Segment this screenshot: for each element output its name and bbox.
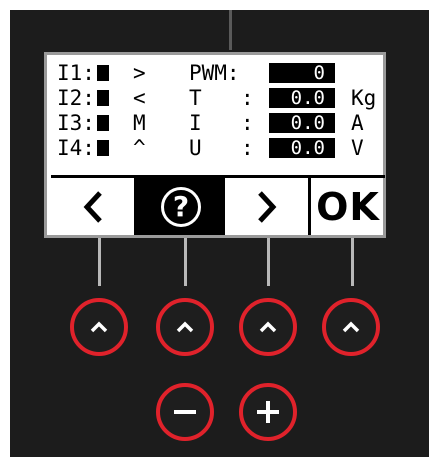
param-value: 0.0: [269, 88, 335, 108]
minus-button[interactable]: [156, 383, 214, 441]
input-label: I2:: [57, 86, 95, 110]
param-colon: :: [241, 86, 254, 110]
status-symbol: ^: [133, 136, 146, 160]
param-colon: :: [241, 111, 254, 135]
connector-line: [98, 238, 101, 286]
chevron-left-icon: [83, 190, 102, 223]
lcd-row-2: I2: < T : 0.0 Kg: [57, 86, 377, 110]
param-colon: :: [241, 136, 254, 160]
param-unit: Kg: [351, 86, 377, 110]
softkey-bar: ? OK: [51, 175, 385, 235]
chevron-up-icon: [259, 321, 277, 333]
input-label: I4:: [57, 136, 95, 160]
chevron-up-icon: [342, 321, 360, 333]
lcd-row-3: I3: M I : 0.0 A: [57, 111, 377, 135]
softkey-prev[interactable]: [51, 178, 137, 235]
up-button-1[interactable]: [70, 298, 128, 356]
up-button-4[interactable]: [322, 298, 380, 356]
lcd-row-1: I1: > PWM: 0: [57, 61, 377, 85]
controller-stage: I1: > PWM: 0 I2: < T : 0.0 Kg I3: M I : …: [0, 0, 429, 457]
chevron-up-icon: [176, 321, 194, 333]
param-label: U: [189, 136, 202, 160]
help-icon: ?: [161, 186, 201, 227]
lcd-screen: I1: > PWM: 0 I2: < T : 0.0 Kg I3: M I : …: [44, 52, 386, 238]
input-indicator: [97, 65, 109, 81]
softkey-help[interactable]: ?: [137, 178, 225, 235]
status-symbol: M: [133, 111, 146, 135]
param-value: 0.0: [269, 113, 335, 133]
chevron-up-icon: [90, 321, 108, 333]
param-value: 0: [269, 63, 335, 83]
softkey-ok[interactable]: OK: [311, 178, 385, 235]
param-unit: A: [351, 111, 364, 135]
param-label: I: [189, 111, 202, 135]
lcd-row-4: I4: ^ U : 0.0 V: [57, 136, 377, 160]
chevron-right-icon: [257, 190, 276, 223]
input-indicator: [97, 90, 109, 106]
connector-line: [351, 238, 354, 286]
help-label: ?: [172, 190, 190, 223]
input-label: I3:: [57, 111, 95, 135]
plus-icon: [257, 401, 279, 423]
status-symbol: >: [133, 61, 146, 85]
param-label: PWM:: [189, 61, 240, 85]
param-value: 0.0: [269, 138, 335, 158]
connector-line: [267, 238, 270, 286]
softkey-next[interactable]: [225, 178, 311, 235]
connector-line: [184, 238, 187, 286]
param-unit: V: [351, 136, 364, 160]
plus-button[interactable]: [239, 383, 297, 441]
status-symbol: <: [133, 86, 146, 110]
up-button-2[interactable]: [156, 298, 214, 356]
input-label: I1:: [57, 61, 95, 85]
ok-label: OK: [316, 184, 380, 229]
up-button-3[interactable]: [239, 298, 297, 356]
cable: [229, 10, 232, 50]
minus-icon: [174, 410, 196, 414]
input-indicator: [97, 115, 109, 131]
param-label: T: [189, 86, 202, 110]
input-indicator: [97, 140, 109, 156]
